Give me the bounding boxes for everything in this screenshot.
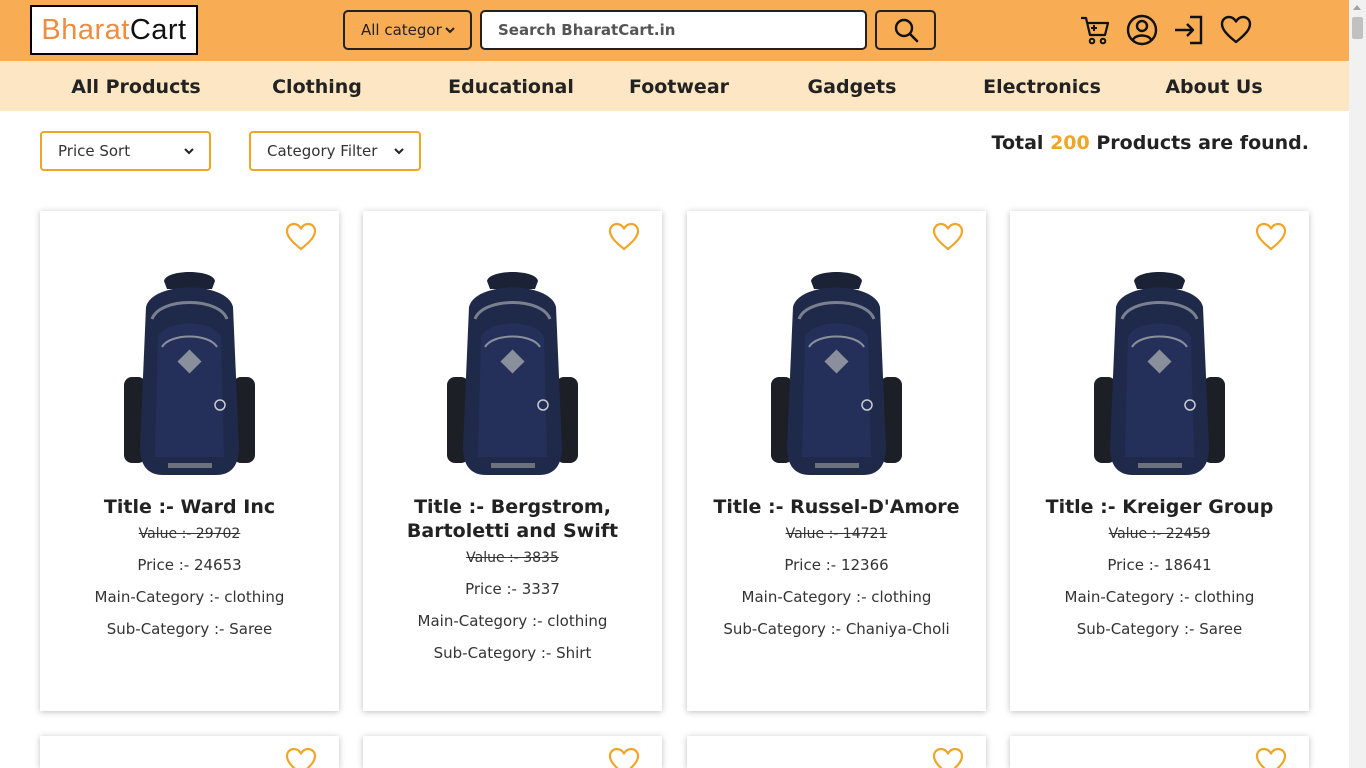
- wishlist-heart-icon[interactable]: [932, 746, 964, 768]
- nav-item-about-us[interactable]: About Us: [1165, 61, 1262, 111]
- category-nav: All Products Clothing Educational Footwe…: [0, 61, 1349, 111]
- cart-button[interactable]: [1078, 13, 1112, 47]
- product-sub-category: Sub-Category :- Shirt: [433, 644, 592, 662]
- backpack-image: [447, 272, 578, 475]
- nav-item-electronics[interactable]: Electronics: [983, 61, 1101, 111]
- product-value: Value :- 22459: [1108, 526, 1211, 542]
- chevron-down-icon: [184, 148, 194, 155]
- product-value: Value :- 3835: [466, 550, 559, 566]
- product-card[interactable]: [363, 736, 662, 768]
- wishlist-button[interactable]: [1219, 13, 1253, 47]
- wishlist-heart-icon[interactable]: [932, 221, 964, 253]
- nav-item-footwear[interactable]: Footwear: [629, 61, 729, 111]
- product-sub-category: Sub-Category :- Chaniya-Choli: [723, 620, 950, 638]
- product-sub-category: Sub-Category :- Saree: [106, 620, 273, 638]
- search-button[interactable]: [875, 10, 936, 50]
- price-sort-select[interactable]: Price Sort: [40, 131, 211, 171]
- logo-text-cart: Cart: [129, 13, 187, 46]
- wishlist-heart-icon[interactable]: [1255, 746, 1287, 768]
- logo-text-bharat: Bharat: [41, 13, 130, 46]
- wishlist-heart-icon[interactable]: [285, 221, 317, 253]
- product-value: Value :- 14721: [785, 526, 888, 542]
- login-button[interactable]: [1171, 13, 1205, 47]
- wishlist-heart-icon[interactable]: [285, 746, 317, 768]
- scroll-up-arrow-icon[interactable]: [1353, 5, 1361, 10]
- product-title: Title :- Kreiger Group: [1045, 496, 1274, 518]
- wishlist-heart-icon[interactable]: [608, 746, 640, 768]
- product-price: Price :- 24653: [137, 556, 242, 574]
- product-card[interactable]: Title :- Bergstrom, Bartoletti and Swift…: [363, 211, 662, 711]
- account-button[interactable]: [1125, 13, 1159, 47]
- category-filter-select[interactable]: Category Filter: [249, 131, 421, 171]
- product-card[interactable]: Title :- Kreiger Group Value :- 22459 Pr…: [1010, 211, 1309, 711]
- nav-item-educational[interactable]: Educational: [448, 61, 574, 111]
- product-sub-category: Sub-Category :- Saree: [1076, 620, 1243, 638]
- wishlist-heart-icon[interactable]: [1255, 221, 1287, 253]
- nav-item-gadgets[interactable]: Gadgets: [808, 61, 897, 111]
- summary-prefix: Total: [991, 132, 1044, 154]
- product-main-category: Main-Category :- clothing: [94, 588, 285, 606]
- product-info: Title :- Bergstrom, Bartoletti and Swift…: [375, 495, 650, 669]
- product-card[interactable]: [687, 736, 986, 768]
- product-info: Title :- Kreiger Group Value :- 22459 Pr…: [1022, 495, 1297, 645]
- product-card[interactable]: [40, 736, 339, 768]
- product-card[interactable]: Title :- Russel-D'Amore Value :- 14721 P…: [687, 211, 986, 711]
- product-card[interactable]: Title :- Ward Inc Value :- 29702 Price :…: [40, 211, 339, 711]
- scrollbar-thumb[interactable]: [1352, 17, 1363, 39]
- summary-count: 200: [1050, 132, 1090, 154]
- product-title: Title :- Russel-D'Amore: [713, 496, 960, 518]
- product-price: Price :- 3337: [465, 580, 560, 598]
- product-title: Title :- Bergstrom, Bartoletti and Swift: [406, 496, 619, 542]
- login-icon: [1175, 15, 1203, 45]
- heart-icon: [1220, 15, 1252, 44]
- price-sort-label: Price Sort: [58, 142, 131, 160]
- product-info: Title :- Russel-D'Amore Value :- 14721 P…: [699, 495, 974, 645]
- product-main-category: Main-Category :- clothing: [1064, 588, 1255, 606]
- product-price: Price :- 18641: [1107, 556, 1212, 574]
- product-main-category: Main-Category :- clothing: [417, 612, 608, 630]
- backpack-image: [124, 272, 255, 475]
- product-info: Title :- Ward Inc Value :- 29702 Price :…: [52, 495, 327, 645]
- backpack-image: [771, 272, 902, 475]
- category-select[interactable]: All categor: [343, 10, 472, 50]
- product-title: Title :- Ward Inc: [103, 496, 276, 518]
- chevron-down-icon: [445, 27, 455, 34]
- top-header: Bharat Cart All categor: [0, 0, 1349, 61]
- nav-item-all-products[interactable]: All Products: [71, 61, 200, 111]
- category-select-value: All categor: [361, 21, 442, 39]
- wishlist-heart-icon[interactable]: [608, 221, 640, 253]
- products-count-summary: Total 200 Products are found.: [992, 132, 1309, 154]
- nav-item-clothing[interactable]: Clothing: [272, 61, 362, 111]
- product-main-category: Main-Category :- clothing: [741, 588, 932, 606]
- category-filter-label: Category Filter: [267, 142, 378, 160]
- product-value: Value :- 29702: [138, 526, 241, 542]
- summary-suffix: Products are found.: [1096, 132, 1309, 154]
- page-scrollbar[interactable]: [1349, 0, 1366, 768]
- page: BharatCart All categor All Products Clot…: [0, 0, 1366, 768]
- user-icon: [1126, 14, 1158, 46]
- product-price: Price :- 12366: [784, 556, 889, 574]
- chevron-down-icon: [394, 148, 404, 155]
- search-input[interactable]: [480, 10, 867, 50]
- cart-icon: [1081, 16, 1110, 45]
- site-logo[interactable]: Bharat Cart: [30, 5, 198, 55]
- search-icon: [894, 18, 918, 43]
- backpack-image: [1094, 272, 1225, 475]
- product-card[interactable]: [1010, 736, 1309, 768]
